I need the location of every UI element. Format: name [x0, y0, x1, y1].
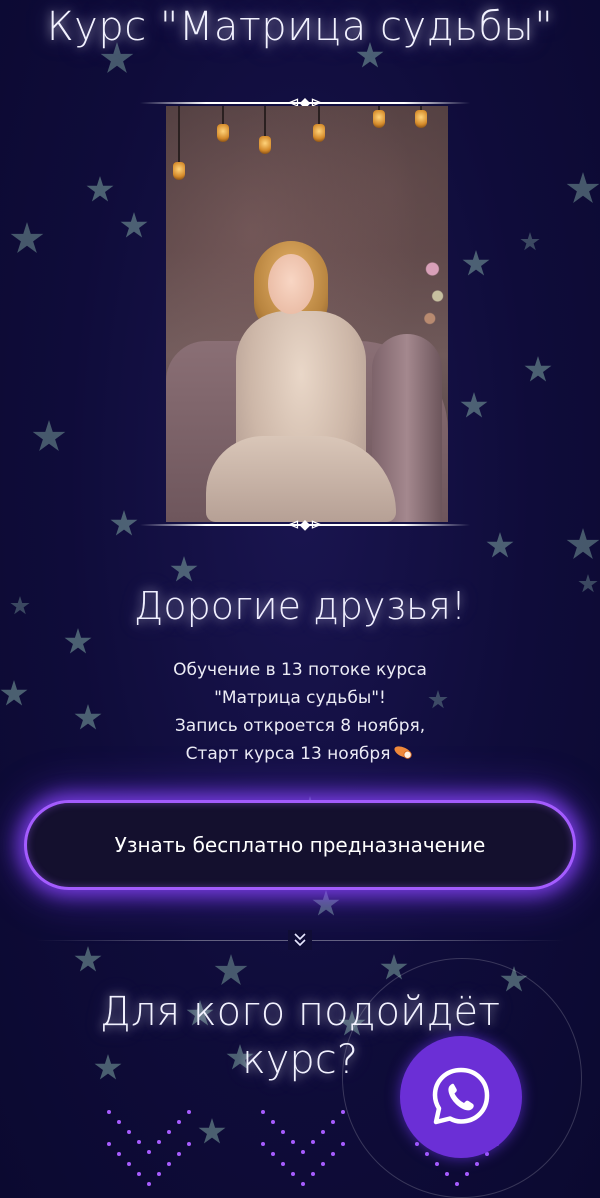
course-info: Обучение в 13 потоке курса "Матрица судь… [0, 656, 600, 768]
whatsapp-button[interactable] [400, 1036, 522, 1158]
dotted-chevron-icon [261, 1110, 345, 1186]
star-decoration [524, 356, 552, 382]
star-decoration [10, 222, 44, 253]
greeting-heading: Дорогие друзья! [133, 584, 467, 628]
page-title: Курс "Матрица судьбы" [46, 4, 554, 50]
info-line-start: Старт курса 13 ноября [0, 740, 600, 768]
info-start-text: Старт курса 13 ноября [185, 744, 391, 764]
info-line: "Матрица судьбы"! [214, 688, 386, 708]
star-decoration [64, 628, 92, 654]
info-line: Обучение в 13 потоке курса [173, 660, 427, 680]
star-decoration [566, 172, 600, 203]
ornament-icon: ⊲◆⊳ [287, 517, 323, 533]
star-decoration [566, 528, 600, 559]
star-decoration [110, 510, 138, 536]
star-decoration [32, 420, 66, 451]
star-decoration [170, 556, 198, 582]
star-decoration [74, 946, 102, 972]
free-purpose-button[interactable]: Узнать бесплатно предназначение [24, 800, 576, 890]
whatsapp-icon [432, 1067, 490, 1125]
star-decoration [86, 176, 114, 202]
host-photo [166, 106, 448, 522]
star-decoration [198, 1118, 226, 1144]
star-decoration [486, 532, 514, 558]
star-decoration [520, 232, 540, 251]
comet-emoji-icon [394, 746, 413, 759]
star-decoration [312, 890, 340, 916]
star-decoration [214, 954, 248, 985]
chevrons-down-icon [288, 930, 312, 950]
photo-frame: ⊲◆⊳ ⊲◆⊳ [140, 96, 470, 532]
dotted-chevron-icon [107, 1110, 191, 1186]
info-line: Запись откроется 8 ноября, [174, 716, 426, 736]
